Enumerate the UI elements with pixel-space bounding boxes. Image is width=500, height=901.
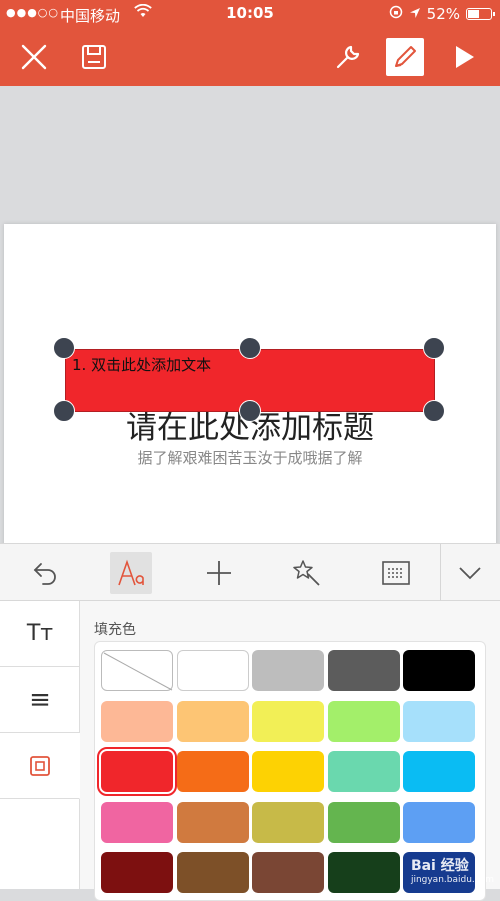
wrench-icon: [336, 45, 360, 69]
status-bar: ●●●○○ 中国移动 10:05 52%: [0, 0, 500, 28]
fill-color-label: 填充色: [94, 622, 136, 638]
magic-wand-icon: [293, 560, 320, 586]
play-icon: [456, 46, 474, 68]
align-icon: ≡: [29, 684, 51, 715]
color-swatch[interactable]: [252, 852, 324, 893]
color-swatch[interactable]: [327, 650, 400, 691]
slide-subtitle[interactable]: 据了解艰难困苦玉汝于成哦据了解: [4, 447, 496, 468]
pencil-icon: [395, 46, 416, 67]
color-swatch[interactable]: [176, 650, 249, 691]
watermark: Bai 经验 jingyan.baidu.com: [411, 855, 494, 885]
text-format-button[interactable]: [110, 552, 152, 594]
chevron-down-icon: [459, 567, 481, 580]
watermark-url: jingyan.baidu.com: [410, 875, 494, 885]
color-swatch[interactable]: [403, 700, 475, 742]
battery-percent: 52%: [426, 5, 460, 23]
tab-text-style[interactable]: Tт: [0, 601, 80, 667]
color-swatch[interactable]: [327, 700, 400, 742]
color-swatch[interactable]: [101, 801, 173, 843]
textbox-button[interactable]: [375, 552, 417, 594]
swatch-no-fill[interactable]: [101, 650, 173, 691]
color-swatch[interactable]: [101, 852, 173, 893]
resize-handle-bottom-right[interactable]: [423, 400, 445, 422]
color-swatch[interactable]: [252, 700, 324, 742]
tab-paragraph[interactable]: ≡: [0, 667, 80, 733]
edit-mode-button[interactable]: [386, 38, 424, 76]
color-swatch[interactable]: [327, 852, 400, 893]
rotation-lock-icon: [389, 5, 403, 23]
color-swatch[interactable]: [97, 747, 177, 796]
color-swatch[interactable]: [252, 751, 324, 792]
color-swatch[interactable]: [176, 751, 249, 792]
resize-handle-top[interactable]: [239, 337, 261, 359]
shape-text[interactable]: 1. 双击此处添加文本: [72, 354, 211, 375]
undo-icon: [33, 563, 56, 585]
slide-canvas[interactable]: 请在此处添加标题 据了解艰难困苦玉汝于成哦据了解 1. 双击此处添加文本: [0, 86, 500, 546]
color-swatch[interactable]: [101, 700, 173, 742]
color-swatch[interactable]: [176, 700, 249, 742]
shape-fill-icon: [29, 755, 50, 776]
resize-handle-top-right[interactable]: [423, 337, 445, 359]
color-swatch[interactable]: [327, 801, 400, 843]
textbox-icon: [382, 561, 410, 585]
resize-handle-bottom-left[interactable]: [53, 400, 75, 422]
play-button[interactable]: [444, 37, 484, 77]
color-swatch[interactable]: [403, 650, 475, 691]
color-swatch[interactable]: [252, 650, 324, 691]
slide[interactable]: 请在此处添加标题 据了解艰难困苦玉汝于成哦据了解 1. 双击此处添加文本: [4, 224, 496, 546]
color-swatch[interactable]: [176, 801, 249, 843]
add-button[interactable]: [198, 552, 240, 594]
text-size-icon: Tт: [26, 621, 54, 646]
watermark-brand: Bai 经验: [410, 858, 469, 874]
tab-shape-fill[interactable]: [0, 733, 80, 799]
format-side-tabs: Tт ≡: [0, 601, 80, 889]
undo-button[interactable]: [24, 552, 66, 594]
resize-handle-bottom[interactable]: [239, 400, 261, 422]
text-format-icon: [118, 559, 144, 586]
battery-icon: [466, 8, 495, 20]
save-icon: [82, 45, 106, 69]
close-button[interactable]: [14, 37, 54, 77]
color-swatch[interactable]: [403, 751, 475, 792]
format-toolbar: [0, 543, 500, 602]
color-swatch[interactable]: [327, 751, 400, 792]
status-right: 52%: [389, 5, 495, 23]
tools-button[interactable]: [328, 37, 368, 77]
collapse-panel-button[interactable]: [449, 552, 491, 594]
save-button[interactable]: [74, 37, 114, 77]
location-icon: [409, 5, 421, 23]
color-swatch[interactable]: [252, 801, 324, 843]
color-swatch[interactable]: [176, 852, 249, 893]
resize-handle-top-left[interactable]: [53, 337, 75, 359]
color-swatch[interactable]: [403, 801, 475, 843]
top-toolbar: [0, 28, 500, 86]
close-icon: [21, 44, 47, 70]
animation-button[interactable]: [286, 552, 328, 594]
toolbar-divider: [440, 544, 441, 602]
fill-color-panel: 填充色 Bai 经验 jingyan.baidu.com: [80, 601, 500, 901]
add-icon: [207, 561, 231, 585]
